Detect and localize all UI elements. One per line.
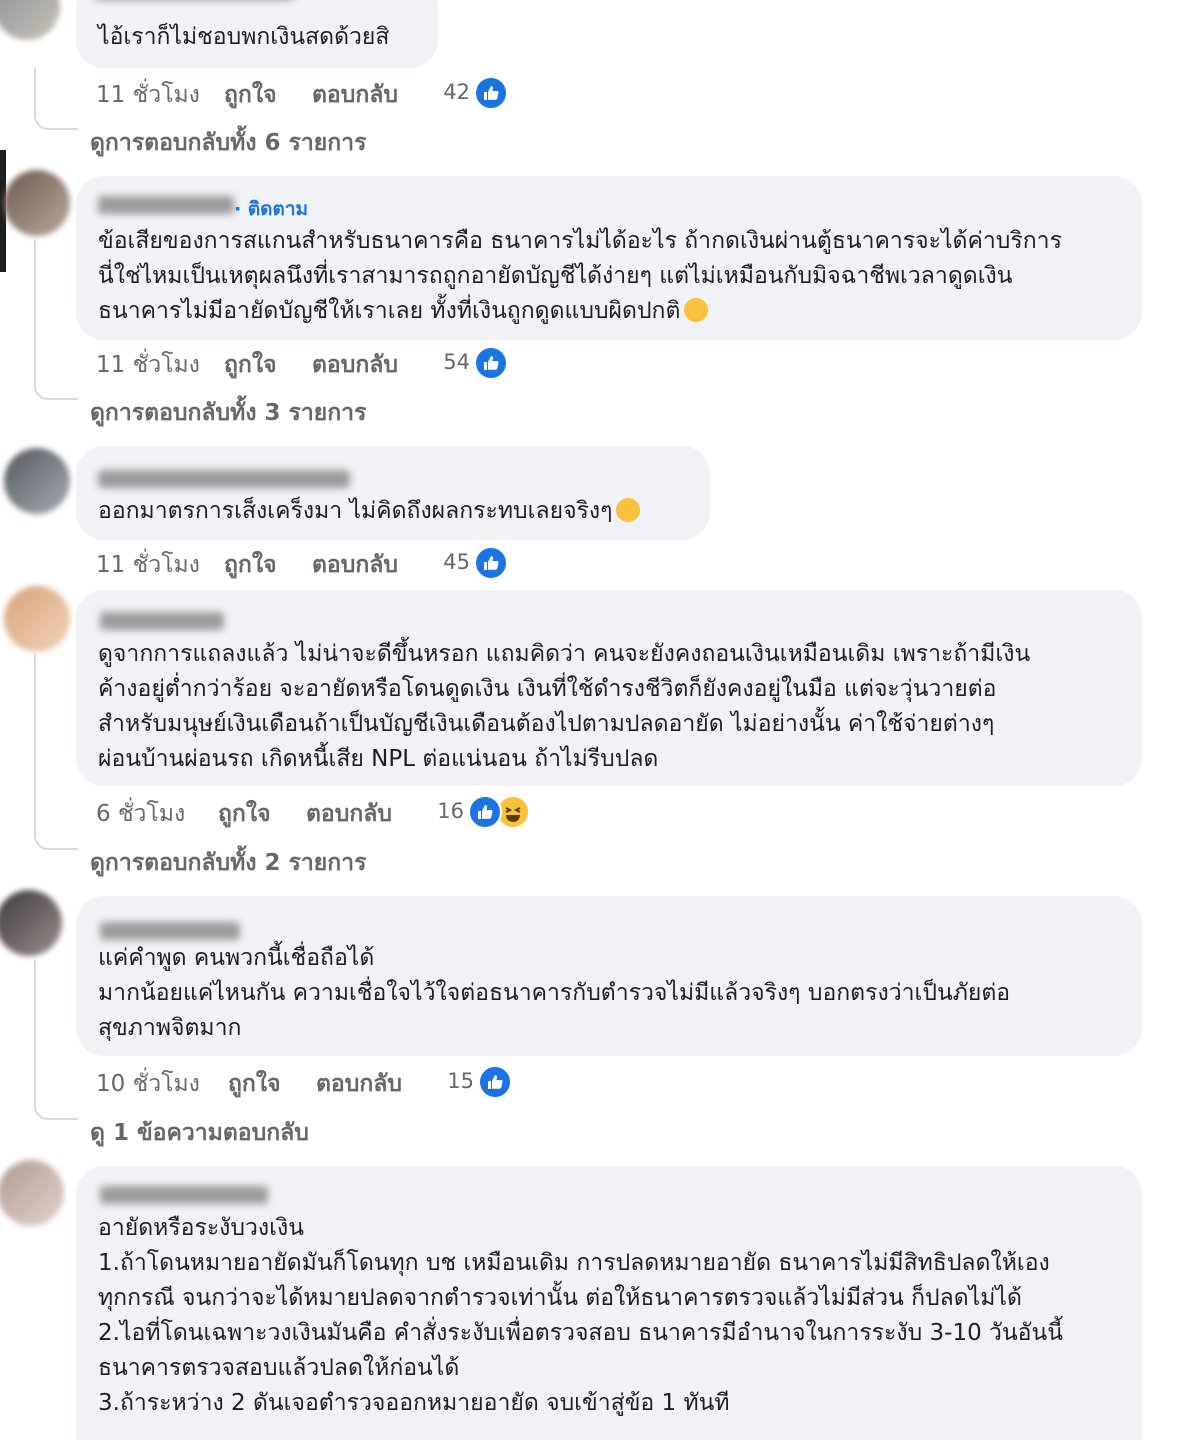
comment-text-line: ธนาคารไม่มีอายัดบัญชีให้เราเลย ทั้งที่เง… bbox=[98, 294, 709, 329]
like-icon[interactable] bbox=[474, 76, 508, 110]
comment-bubble: ไอ้เราก็ไม่ชอบพกเงินสดด้วยสิ bbox=[76, 0, 438, 68]
like-icon[interactable] bbox=[474, 346, 508, 380]
comment-text-fragment: ธนาคารไม่มีอายัดบัญชีให้เราเลย ทั้งที่เง… bbox=[98, 298, 681, 324]
comment-bubble: ออกมาตรการเส็งเคร็งมา ไม่คิดถึงผลกระทบเล… bbox=[76, 446, 710, 540]
like-button[interactable]: ถูกใจ bbox=[224, 547, 277, 583]
like-icon[interactable] bbox=[468, 795, 502, 829]
reply-button[interactable]: ตอบกลับ bbox=[312, 347, 398, 383]
comment-text-line: ดูจากการแถลงแล้ว ไม่น่าจะดีขึ้นหรอก แถมค… bbox=[98, 641, 1031, 667]
comment-time[interactable]: 11 ชั่วโมง bbox=[96, 347, 200, 383]
avatar[interactable] bbox=[4, 448, 70, 514]
reply-button[interactable]: ตอบกลับ bbox=[306, 796, 392, 832]
comment-time[interactable]: 11 ชั่วโมง bbox=[96, 547, 200, 583]
commenter-name-redacted[interactable] bbox=[100, 612, 224, 630]
comment-text-line: ทุกกรณี จนกว่าจะได้หมายปลดจากตำรวจเท่านั… bbox=[98, 1285, 1022, 1311]
view-replies-link[interactable]: ดูการตอบกลับทั้ง 3 รายการ bbox=[90, 395, 366, 431]
unamused-emoji-icon bbox=[616, 498, 641, 522]
comment-text-line: ค้างอยู่ต่ำกว่าร้อย จะอายัดหรือโดนดูดเงิ… bbox=[98, 676, 997, 702]
reply-thread-line bbox=[34, 960, 78, 1120]
comment-text-line: 1.ถ้าโดนหมายอายัดมันก็โดนทุก บช เหมือนเด… bbox=[98, 1250, 1050, 1276]
comment-text-line: ธนาคารตรวจสอบแล้วปลดให้ก่อนได้ bbox=[98, 1355, 460, 1381]
comment-text-line: สำหรับมนุษย์เงินเดือนถ้าเป็นบัญชีเงินเดื… bbox=[98, 711, 995, 737]
view-replies-link[interactable]: ดูการตอบกลับทั้ง 2 รายการ bbox=[90, 845, 366, 881]
reaction-count[interactable]: 15 bbox=[434, 1069, 474, 1093]
reply-button[interactable]: ตอบกลับ bbox=[312, 77, 398, 113]
reaction-count[interactable]: 45 bbox=[430, 550, 470, 574]
reply-button[interactable]: ตอบกลับ bbox=[316, 1066, 402, 1102]
comment-text-line: แค่คำพูด คนพวกนี้เชื่อถือได้ bbox=[98, 945, 375, 971]
view-replies-link[interactable]: ดู 1 ข้อความตอบกลับ bbox=[90, 1115, 309, 1151]
commenter-name-redacted[interactable] bbox=[100, 1186, 268, 1204]
reply-button[interactable]: ตอบกลับ bbox=[312, 547, 398, 583]
comment-bubble: อายัดหรือระงับวงเงิน 1.ถ้าโดนหมายอายัดมั… bbox=[76, 1166, 1142, 1440]
like-button[interactable]: ถูกใจ bbox=[228, 1066, 281, 1102]
comment-text-line: อายัดหรือระงับวงเงิน bbox=[98, 1215, 304, 1241]
comment-text-line: นี่ใช่ไหมเป็นเหตุผลนึงที่เราสามารถถูกอาย… bbox=[98, 263, 1013, 289]
comment-time[interactable]: 11 ชั่วโมง bbox=[96, 77, 200, 113]
comment-text-line: ออกมาตรการเส็งเคร็งมา ไม่คิดถึงผลกระทบเล… bbox=[98, 494, 641, 529]
follow-link[interactable]: · ติดตาม bbox=[234, 194, 308, 224]
avatar[interactable] bbox=[4, 586, 70, 652]
comment-text-fragment: ออกมาตรการเส็งเคร็งมา ไม่คิดถึงผลกระทบเล… bbox=[98, 498, 613, 524]
comment-bubble: · ติดตาม ข้อเสียของการสแกนสำหรับธนาคารคื… bbox=[76, 176, 1142, 340]
avatar[interactable] bbox=[0, 0, 60, 40]
comment-bubble: แค่คำพูด คนพวกนี้เชื่อถือได้ มากน้อยแค่ไ… bbox=[76, 896, 1142, 1056]
view-replies-link[interactable]: ดูการตอบกลับทั้ง 6 รายการ bbox=[90, 125, 366, 161]
comment-text-line: ผ่อนบ้านผ่อนรถ เกิดหนี้เสีย NPL ต่อแน่นอ… bbox=[98, 746, 659, 772]
comment-text: ไอ้เราก็ไม่ชอบพกเงินสดด้วยสิ bbox=[98, 24, 390, 50]
avatar[interactable] bbox=[4, 170, 70, 236]
comment-text-line: 3.ถ้าระหว่าง 2 ดันเจอตำรวจออกหมายอายัด จ… bbox=[98, 1390, 730, 1416]
avatar[interactable] bbox=[0, 890, 62, 956]
like-button[interactable]: ถูกใจ bbox=[218, 796, 271, 832]
comment-bubble: ดูจากการแถลงแล้ว ไม่น่าจะดีขึ้นหรอก แถมค… bbox=[76, 590, 1142, 786]
comment-text-line: ข้อเสียของการสแกนสำหรับธนาคารคือ ธนาคารไ… bbox=[98, 228, 1062, 254]
like-icon[interactable] bbox=[478, 1065, 512, 1099]
reply-thread-line bbox=[34, 240, 78, 400]
reply-thread-line bbox=[34, 68, 78, 130]
comment-text-line: มากน้อยแค่ไหนกัน ความเชื่อใจไว้ใจต่อธนาค… bbox=[98, 980, 1011, 1006]
like-button[interactable]: ถูกใจ bbox=[224, 77, 277, 113]
commenter-name-redacted[interactable] bbox=[100, 922, 240, 940]
comment-text-line: 2.ไอที่โดนเฉพาะวงเงินมันคือ คำสั่งระงับเ… bbox=[98, 1320, 1063, 1346]
commenter-name-redacted[interactable] bbox=[98, 470, 350, 488]
like-icon[interactable] bbox=[474, 546, 508, 580]
reaction-count[interactable]: 42 bbox=[430, 80, 470, 104]
rofl-emoji-icon bbox=[684, 298, 709, 322]
comment-time[interactable]: 6 ชั่วโมง bbox=[96, 796, 185, 832]
reply-thread-line bbox=[34, 654, 78, 850]
comment-text-line: สุขภาพจิตมาก bbox=[98, 1015, 242, 1041]
reaction-count[interactable]: 54 bbox=[430, 350, 470, 374]
commenter-name-redacted[interactable] bbox=[98, 196, 234, 214]
avatar[interactable] bbox=[0, 1160, 64, 1226]
reaction-count[interactable]: 16 bbox=[424, 799, 464, 823]
like-button[interactable]: ถูกใจ bbox=[224, 347, 277, 383]
comment-time[interactable]: 10 ชั่วโมง bbox=[96, 1066, 200, 1102]
